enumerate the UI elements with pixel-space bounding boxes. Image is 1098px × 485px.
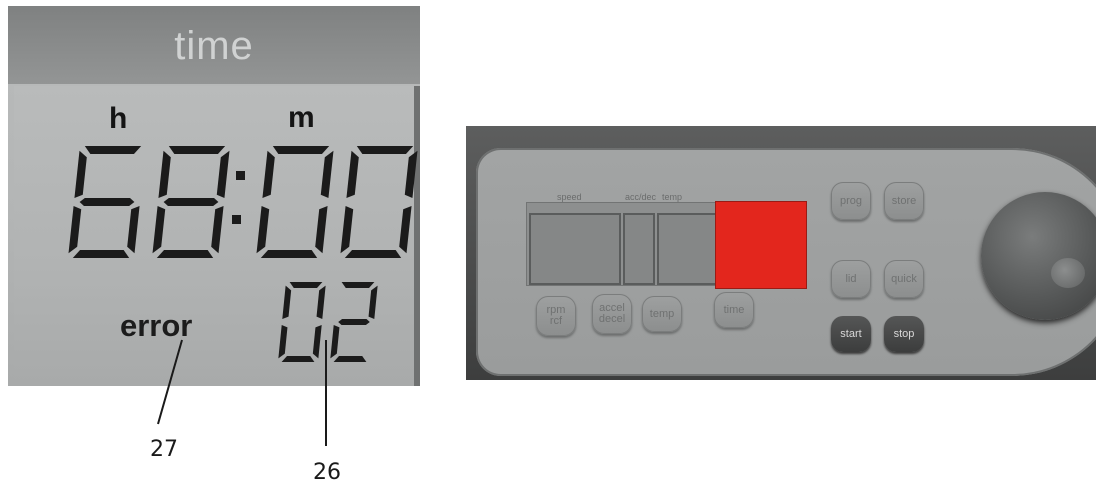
segment-f — [282, 285, 292, 319]
segment-g — [163, 198, 219, 206]
segment-f — [262, 150, 275, 198]
error-code-digit-1 — [330, 282, 378, 362]
store-button[interactable]: store — [884, 182, 924, 220]
segment-c — [127, 206, 140, 254]
segment-e — [278, 325, 288, 359]
segment-e — [340, 206, 354, 254]
colon-dot — [232, 215, 241, 224]
segment-b — [320, 150, 334, 198]
segment-e — [330, 325, 340, 359]
segment-b — [368, 285, 378, 319]
control-panel: speed acc/dec temp rpm rcf accel decel t… — [466, 126, 1096, 380]
segment-a — [356, 146, 414, 154]
lcd-display: time h m error — [8, 6, 420, 386]
display-label-speed: speed — [557, 192, 582, 202]
segment-d — [72, 250, 130, 258]
segment-d — [344, 250, 402, 258]
segment-b — [316, 285, 326, 319]
segment-a — [289, 282, 323, 288]
segment-b — [404, 150, 418, 198]
time-button[interactable]: time — [714, 292, 754, 328]
speed-window — [529, 213, 621, 285]
control-panel-face: speed acc/dec temp rpm rcf accel decel t… — [476, 148, 1096, 376]
segment-d — [333, 356, 367, 362]
seven-segment-readout — [68, 146, 418, 362]
segment-e — [68, 206, 82, 254]
segment-f — [346, 150, 359, 198]
display-label-acc: acc/dec — [625, 192, 657, 202]
display-label-temp: temp — [662, 192, 683, 202]
segment-a — [84, 146, 142, 154]
temp-window — [657, 213, 723, 285]
segment-a — [168, 146, 226, 154]
accel-decel-button[interactable]: accel decel — [592, 294, 632, 334]
time-digit-1 — [152, 146, 230, 258]
segment-c — [312, 325, 322, 359]
temp-button[interactable]: temp — [642, 296, 682, 332]
rpm-rcf-button[interactable]: rpm rcf — [536, 296, 576, 336]
error-code-digit-0 — [278, 282, 326, 362]
segment-e — [256, 206, 270, 254]
time-digit-2 — [256, 146, 334, 258]
stop-button[interactable]: stop — [884, 316, 924, 352]
time-digit-0 — [68, 146, 142, 258]
knob-grip — [1051, 258, 1085, 288]
segment-a — [272, 146, 330, 154]
segment-g — [338, 319, 370, 325]
lid-button[interactable]: lid — [831, 260, 871, 298]
acc-window — [623, 213, 655, 285]
callout-26: 26 — [313, 460, 341, 485]
segment-a — [341, 282, 375, 288]
segment-e — [152, 206, 166, 254]
colon-dot — [236, 171, 245, 180]
time-display-highlight — [715, 201, 807, 289]
prog-button[interactable]: prog — [831, 182, 871, 220]
control-knob[interactable] — [981, 192, 1096, 320]
segment-c — [211, 206, 224, 254]
time-colon — [232, 171, 245, 224]
segment-b — [216, 150, 230, 198]
segment-d — [260, 250, 318, 258]
time-digit-3 — [340, 146, 418, 258]
segment-d — [156, 250, 214, 258]
segment-c — [399, 206, 412, 254]
segment-c — [315, 206, 328, 254]
callout-27: 27 — [150, 437, 178, 462]
start-button[interactable]: start — [831, 316, 871, 352]
segment-f — [74, 150, 87, 198]
quick-button[interactable]: quick — [884, 260, 924, 298]
segment-d — [281, 356, 315, 362]
segment-g — [79, 198, 135, 206]
segment-f — [158, 150, 171, 198]
